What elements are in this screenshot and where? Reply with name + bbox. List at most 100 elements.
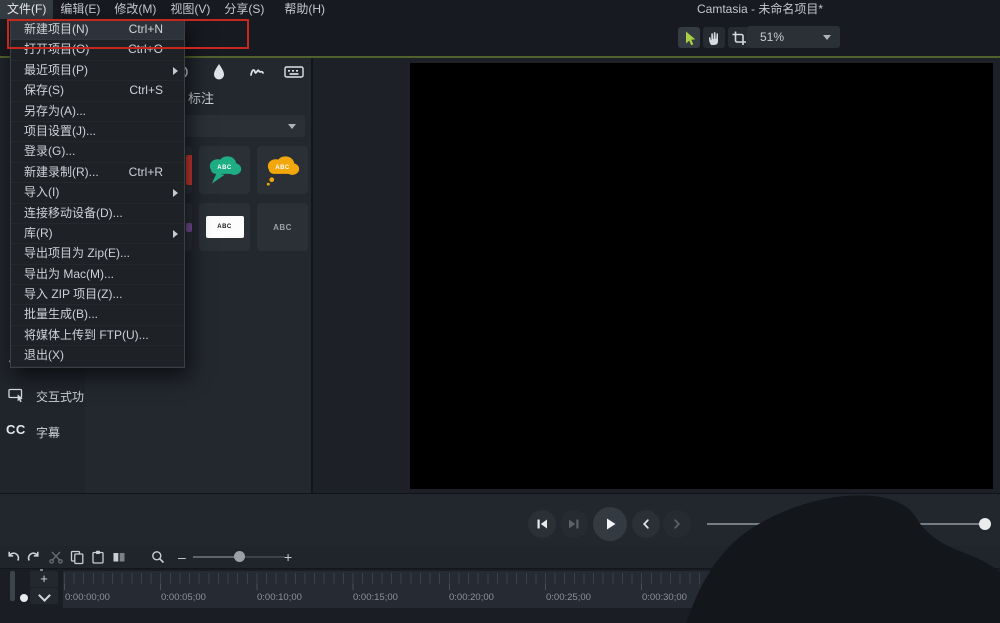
menu-item-label: 新建项目(N) [24, 22, 89, 36]
preview-zoom-slider[interactable] [707, 523, 985, 525]
menu-item-project-settings[interactable]: 项目设置(J)... [11, 122, 184, 142]
menu-item-upload-ftp[interactable]: 将媒体上传到 FTP(U)... [11, 326, 184, 346]
menu-item-label: 另存为(A)... [24, 104, 86, 118]
callout-label: ABC [257, 223, 308, 232]
droplet-icon [211, 63, 227, 81]
menubar-help[interactable]: 帮助(H) [277, 0, 332, 19]
canvas-zoom-value: 51% [760, 30, 784, 44]
blur-tab[interactable] [207, 60, 231, 84]
window-title: Camtasia - 未命名项目* [645, 0, 875, 19]
ruler-timestamp: 0:00:30;00 [642, 592, 687, 603]
sidebar-item-captions[interactable]: CC 字幕 [0, 420, 85, 444]
ruler-timestamp: 0:00:00;00 [65, 592, 110, 603]
menu-item-import[interactable]: 导入(I) [11, 183, 184, 203]
menu-item-label: 登录(G)... [24, 144, 75, 158]
menu-item-shortcut: Ctrl+S [129, 81, 163, 100]
select-tool-button[interactable] [678, 27, 700, 48]
sidebar-item-label: 字幕 [36, 424, 60, 441]
cursor-click-icon [8, 386, 27, 404]
menu-item-connect-mobile-device[interactable]: 连接移动设备(D)... [11, 204, 184, 224]
step-forward-button[interactable] [560, 510, 588, 538]
add-track-button[interactable]: + [30, 571, 58, 587]
menu-item-sign-in[interactable]: 登录(G)... [11, 142, 184, 162]
split-button[interactable] [111, 549, 127, 565]
keystroke-tab[interactable] [282, 60, 306, 84]
panel-title: 标注 [188, 88, 214, 107]
menu-item-library[interactable]: 库(R) [11, 224, 184, 244]
play-icon [601, 515, 619, 533]
menubar-modify[interactable]: 修改(M) [107, 0, 163, 19]
timeline-zoom-slider-handle[interactable] [234, 551, 245, 562]
menu-item-label: 连接移动设备(D)... [24, 206, 123, 220]
menu-item-export-mac[interactable]: 导出为 Mac(M)... [11, 265, 184, 285]
menu-item-label: 导出项目为 Zip(E)... [24, 246, 130, 260]
menubar-share[interactable]: 分享(S) [217, 0, 271, 19]
timeline-zoom-out-button[interactable]: – [178, 546, 186, 568]
callout-label: ABC [199, 224, 250, 230]
submenu-arrow-icon [173, 230, 178, 238]
ruler-timestamp: 0:00:15;00 [353, 592, 398, 603]
menu-item-save-as[interactable]: 另存为(A)... [11, 102, 184, 122]
menu-item-label: 导出为 Mac(M)... [24, 267, 114, 281]
menu-item-label: 库(R) [24, 226, 53, 240]
ruler-timestamp: 0:00:25;00 [546, 592, 591, 603]
copy-button[interactable] [69, 549, 85, 565]
ruler-timestamp: 0:00:20;00 [449, 592, 494, 603]
ruler-timestamp: 0:00:05;00 [161, 592, 206, 603]
menu-item-open-project[interactable]: 打开项目(O) Ctrl+O [11, 40, 184, 60]
timeline: + 0:00:00;00 0:00:05;00 0:00:10;00 0:00:… [0, 568, 1000, 623]
redo-button[interactable] [26, 549, 42, 565]
preview-area [313, 58, 1000, 493]
submenu-arrow-icon [173, 67, 178, 75]
menu-item-new-recording[interactable]: 新建录制(R)... Ctrl+R [11, 163, 184, 183]
cut-button[interactable] [48, 549, 64, 565]
step-back-icon [534, 516, 550, 532]
menu-item-exit[interactable]: 退出(X) [11, 346, 184, 366]
timeline-ruler[interactable]: 0:00:00;00 0:00:05;00 0:00:10;00 0:00:15… [63, 571, 1000, 608]
menu-item-label: 导入 ZIP 项目(Z)... [24, 287, 122, 301]
pan-tool-button[interactable] [703, 27, 725, 48]
magnifier-icon[interactable] [150, 549, 166, 565]
paste-button[interactable] [90, 549, 106, 565]
menubar-file[interactable]: 文件(F) [0, 0, 53, 19]
menu-item-save[interactable]: 保存(S) Ctrl+S [11, 81, 184, 101]
track-scroll-bar[interactable] [10, 571, 15, 601]
playhead-dot[interactable] [20, 594, 28, 602]
callout-tile-thought-cloud[interactable]: ABC [257, 146, 308, 194]
menu-item-import-zip[interactable]: 导入 ZIP 项目(Z)... [11, 285, 184, 305]
menu-item-label: 导入(I) [24, 185, 59, 199]
callout-tile-speech-cloud[interactable]: ABC [199, 146, 250, 194]
menu-item-recent-projects[interactable]: 最近项目(P) [11, 61, 184, 81]
purple-shape [186, 223, 192, 232]
sidebar-item-interactivity[interactable]: 交互式功能 [0, 384, 85, 408]
chevron-down-icon [823, 35, 831, 40]
previous-button[interactable] [632, 510, 660, 538]
menubar-view[interactable]: 视图(V) [163, 0, 217, 19]
timeline-zoom-in-button[interactable]: + [284, 546, 292, 568]
red-banner-shape [186, 155, 192, 185]
undo-button[interactable] [5, 549, 21, 565]
collapse-tracks-button[interactable] [30, 588, 58, 604]
next-button[interactable] [663, 510, 691, 538]
callout-label: ABC [199, 165, 250, 171]
step-back-button[interactable] [528, 510, 556, 538]
menu-item-label: 保存(S) [24, 83, 64, 97]
cc-icon: CC [6, 422, 26, 437]
menubar-edit[interactable]: 编辑(E) [53, 0, 107, 19]
keyboard-icon [284, 65, 304, 79]
play-button[interactable] [593, 507, 627, 541]
menu-item-shortcut: Ctrl+N [129, 20, 163, 39]
chevron-down-icon [288, 124, 296, 129]
menu-item-export-zip[interactable]: 导出项目为 Zip(E)... [11, 244, 184, 264]
menu-item-new-project[interactable]: 新建项目(N) Ctrl+N [11, 20, 184, 40]
canvas-zoom-dropdown[interactable]: 51% [747, 26, 840, 48]
file-menu: 新建项目(N) Ctrl+N 打开项目(O) Ctrl+O 最近项目(P) 保存… [10, 19, 185, 368]
callout-tile-text-box[interactable]: ABC [199, 203, 250, 251]
menu-item-batch-production[interactable]: 批量生成(B)... [11, 305, 184, 325]
playback-bar [0, 493, 1000, 546]
menu-item-label: 退出(X) [24, 348, 64, 362]
video-canvas[interactable] [410, 63, 993, 489]
sketch-motion-tab[interactable] [245, 60, 269, 84]
preview-zoom-slider-handle[interactable] [979, 518, 991, 530]
callout-tile-plain-text[interactable]: ABC [257, 203, 308, 251]
